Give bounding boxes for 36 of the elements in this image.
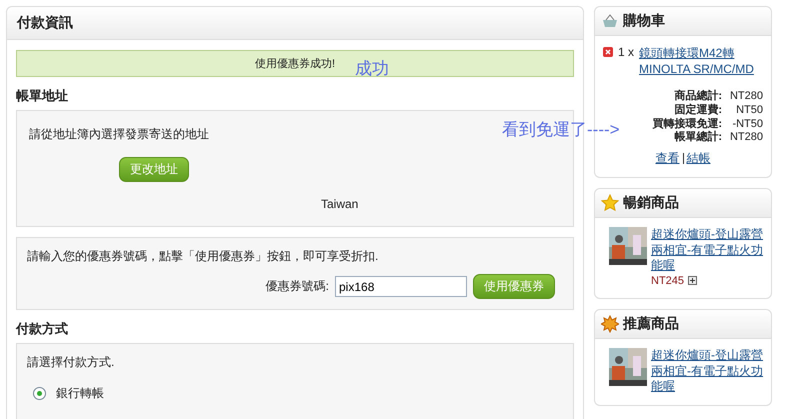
total-label: 帳單總計: [674, 131, 722, 145]
annotation-text: 成功 [355, 58, 389, 80]
panel-title: 推薦商品 [623, 315, 679, 334]
radio-button[interactable] [33, 387, 46, 400]
total-value: NT50 [735, 104, 763, 118]
total-value: NT280 [728, 90, 763, 104]
panel-title: 暢銷商品 [623, 194, 679, 212]
section-heading: 付款方式 [16, 320, 69, 338]
total-label: 商品總計: [674, 90, 722, 104]
instruction-text: 請從地址簿內選擇發票寄送的地址 [29, 126, 209, 143]
remove-icon[interactable] [603, 47, 613, 57]
option-label: 銀行轉帳 [56, 385, 104, 402]
cart-link[interactable]: 結帳 [686, 150, 710, 167]
panel-title: 付款資訊 [17, 14, 73, 30]
annotation-text: 看到免運了----> [502, 119, 620, 141]
coupon-label: 優惠券號碼: [266, 278, 329, 295]
product-link[interactable]: 超迷你爐頭-登山露營兩相宜-有電子點火功能喔 [651, 227, 763, 274]
product-link[interactable]: 鏡頭轉接環M42轉MINOLTA SR/MC/MD [639, 45, 760, 76]
panel-title: 購物車 [623, 12, 665, 30]
plus-icon[interactable] [688, 276, 698, 286]
quantity: 1 x [618, 45, 634, 59]
address-line: Taiwan [321, 197, 360, 211]
total-value: -NT50 [731, 118, 763, 132]
instruction-text: 請選擇付款方式. [27, 354, 116, 371]
star-icon [601, 194, 619, 212]
basket-icon [601, 14, 619, 28]
total-value: NT280 [728, 131, 763, 145]
product-price: NT245 [651, 274, 684, 288]
instruction-text: 請輸入您的優惠券號碼，點擊「使用優惠券」按鈕，即可享受折扣. [27, 248, 380, 265]
section-heading: 帳單地址 [16, 87, 69, 105]
coupon-input[interactable]: pix168 [335, 276, 467, 297]
cart-link[interactable]: 查看 [656, 150, 680, 167]
product-link[interactable]: 超迷你爐頭-登山露營兩相宜-有電子點火功能喔 [651, 348, 763, 395]
burst-icon [601, 315, 619, 334]
total-label: 固定運費: [674, 104, 722, 118]
total-label: 買轉接環免運: [652, 118, 722, 130]
